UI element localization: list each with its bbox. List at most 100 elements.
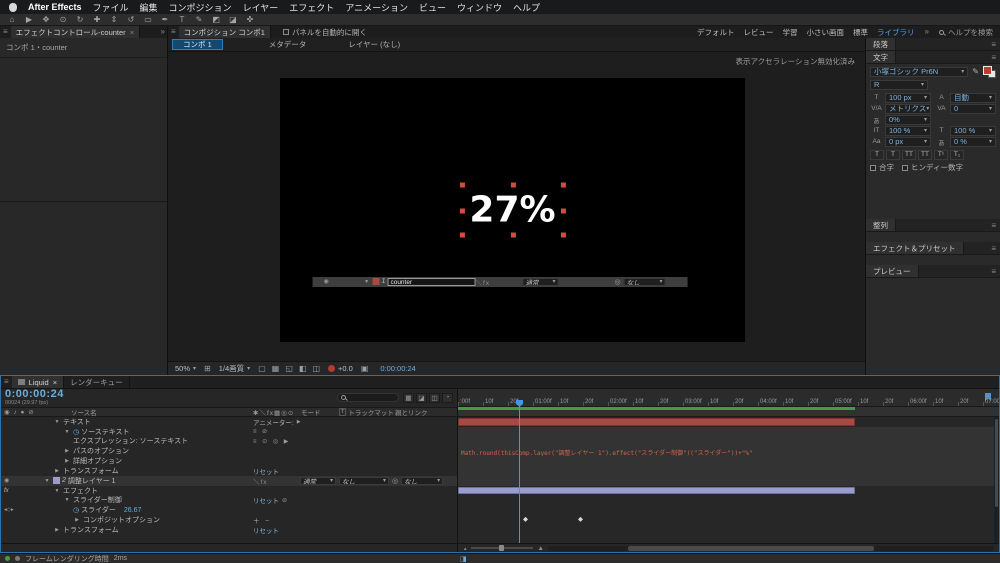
mode-select[interactable]: 通常 ▾	[300, 476, 336, 485]
stopwatch-icon[interactable]: ◷	[73, 506, 79, 514]
expand-icon[interactable]: ▶	[53, 527, 61, 533]
timeline-zoom-slider[interactable]	[471, 545, 534, 551]
keyframe-icon[interactable]: ◆	[523, 516, 528, 524]
fill-color-swatch[interactable]	[983, 65, 992, 75]
group-effects-track[interactable]	[458, 495, 999, 506]
slider-value[interactable]: 26.67	[124, 507, 142, 514]
fill-stroke-swatch[interactable]	[983, 65, 996, 78]
timeline-search-input[interactable]	[337, 393, 399, 403]
font-style-select[interactable]: R ▾	[870, 79, 928, 90]
pixel-aspect-icon[interactable]: ◫	[312, 364, 320, 373]
group-path-options-track[interactable]	[458, 456, 999, 466]
baseline-shift-select[interactable]: 0 px ▾	[885, 136, 931, 147]
group-slider-control[interactable]: ▼ スライダー制御 リセット ⊘	[1, 495, 457, 505]
expand-icon[interactable]: ▶	[53, 468, 61, 474]
faux-style-5[interactable]: T₁	[950, 149, 964, 160]
faux-style-1[interactable]: T	[886, 149, 900, 160]
column-track-matte[interactable]: T トラックマット	[339, 407, 395, 417]
mask-shape-tool[interactable]: ▭	[143, 14, 153, 26]
zoom-tool[interactable]: ⊙	[58, 14, 68, 26]
group-transform-counter-track[interactable]	[458, 475, 999, 486]
keyframe-navigator[interactable]: ◂◇▸	[4, 507, 14, 513]
prop-slider[interactable]: ◂◇▸ ◷ スライダー 26.67	[1, 505, 457, 515]
menu-edit[interactable]: 編集	[140, 1, 158, 14]
text-layer-selection[interactable]: 27%	[459, 182, 566, 238]
tab-align[interactable]: 整列	[866, 219, 896, 231]
horizontal-scale-select[interactable]: 100 % ▾	[950, 125, 996, 136]
expression-source-text-track[interactable]: Math.round(thisComp.layer("調整レイヤー 1").ef…	[458, 446, 999, 457]
checkbox-ヒンディー数字[interactable]: ヒンディー数字	[902, 162, 963, 173]
menu-window[interactable]: ウィンドウ	[457, 1, 502, 14]
layer-adjustment-track[interactable]	[458, 485, 999, 496]
group-text[interactable]: ▼ テキスト アニメーター: ▶	[1, 417, 457, 427]
channel-icon[interactable]: ◧	[299, 364, 307, 373]
timeline-vertical-scrollbar[interactable]	[994, 417, 999, 543]
apple-menu-icon[interactable]	[9, 2, 17, 12]
work-area-strip[interactable]	[458, 406, 999, 417]
panel-menu-icon[interactable]: ≡	[987, 265, 1000, 277]
selection-handle[interactable]	[510, 182, 516, 188]
faux-style-0[interactable]: T	[870, 149, 884, 160]
home-tool[interactable]: ⌂	[7, 14, 17, 26]
grid-guides-icon[interactable]: ⊞	[204, 364, 211, 373]
zoom-in-icon[interactable]: ▲	[537, 545, 543, 552]
panel-menu-icon[interactable]: ≡	[1, 376, 12, 388]
comp-tab-comp1[interactable]: コンポ 1	[172, 39, 223, 50]
panel-menu-icon[interactable]: ≡	[987, 51, 1000, 63]
layer-counter-track[interactable]	[458, 416, 999, 427]
selection-handle[interactable]	[459, 232, 465, 238]
font-size-select[interactable]: 100 px ▾	[885, 92, 931, 103]
workspace-default[interactable]: デフォルト	[697, 27, 735, 38]
tab-metadata[interactable]: メタデータ	[261, 38, 315, 51]
workspace-overflow-icon[interactable]: »	[923, 26, 931, 38]
selection-handle[interactable]	[560, 208, 566, 213]
orbit-camera-tool[interactable]: ↻	[75, 14, 85, 26]
proportional-metrics-select[interactable]: 0 % ▾	[950, 136, 996, 147]
current-time-indicator[interactable]	[516, 400, 523, 543]
selection-handle[interactable]	[560, 182, 566, 188]
type-tool[interactable]: T	[177, 14, 187, 26]
zoom-out-icon[interactable]: ▲	[463, 546, 467, 551]
scrollbar-thumb[interactable]	[628, 545, 874, 551]
font-family-select[interactable]: 小塚ゴシック Pr6N ▾	[870, 66, 969, 77]
tracking-select[interactable]: 0 ▾	[950, 103, 996, 114]
pickwhip-icon[interactable]: ◎	[392, 477, 398, 485]
tab-character[interactable]: 文字	[866, 51, 896, 63]
panel-menu-icon[interactable]: ≡	[987, 38, 1000, 50]
tab-effects-presets[interactable]: エフェクト＆プリセット	[866, 242, 964, 254]
draft-3d-icon[interactable]: ◪	[416, 392, 427, 403]
prop-source-text[interactable]: ▼ ◷ ソーステキスト ≡ ⊘	[1, 427, 457, 437]
dolly-camera-tool[interactable]: ⇕	[109, 14, 119, 26]
menu-composition[interactable]: コンポジション	[169, 1, 232, 14]
column-parent-link[interactable]: 親とリンク	[395, 407, 457, 417]
add-remove-icons[interactable]: ＋ −	[253, 515, 271, 525]
hand-tool[interactable]: ✥	[41, 14, 51, 26]
comp-mini-flowchart-icon[interactable]: ▦	[403, 392, 414, 403]
panel-menu-icon[interactable]: ≡	[168, 26, 179, 38]
expand-icon[interactable]: ▶	[63, 458, 71, 464]
zoom-slider-handle[interactable]	[499, 545, 505, 551]
magnification-select[interactable]: 50% ▾	[175, 364, 196, 373]
transparency-grid-icon[interactable]: ▦	[272, 364, 280, 373]
pen-tool[interactable]: ✒	[160, 14, 170, 26]
expand-icon[interactable]: ▶	[73, 517, 81, 523]
frame-blending-icon[interactable]: ◫	[429, 392, 440, 403]
workspace-learn[interactable]: 学習	[783, 27, 798, 38]
motion-blur-icon[interactable]: ◔	[442, 392, 453, 403]
group-effects[interactable]: fx ▼ エフェクト	[1, 486, 457, 496]
reset-link[interactable]: リセット	[253, 495, 279, 505]
snapshot-icon[interactable]: ▣	[361, 364, 369, 373]
panel-menu-icon[interactable]: ≡	[987, 242, 1000, 254]
layer-adjustment[interactable]: ◉ ▼ 2 調整レイヤー 1 ＼fx 通常 ▾ なし ▾ ◎ なし ▾	[1, 475, 457, 486]
clone-stamp-tool[interactable]: ◩	[211, 14, 221, 26]
reset-link[interactable]: リセット	[253, 525, 279, 535]
tab-paragraph[interactable]: 段落	[866, 38, 896, 50]
panel-menu-icon[interactable]: ≡	[987, 219, 1000, 231]
menu-effect[interactable]: エフェクト	[289, 1, 334, 14]
layer-duration-bar[interactable]	[458, 417, 855, 426]
current-time-display[interactable]: 0:00:00:24	[5, 389, 64, 400]
selection-handle[interactable]	[510, 232, 516, 238]
close-icon[interactable]: ×	[53, 378, 57, 387]
current-time-block[interactable]: 0:00:00:24 00024 (29.97 fps)	[5, 389, 64, 407]
menu-file[interactable]: ファイル	[93, 1, 129, 14]
